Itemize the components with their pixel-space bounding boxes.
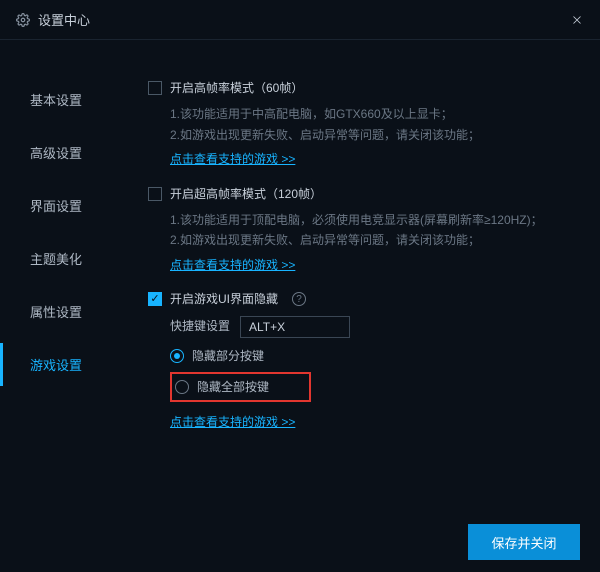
sidebar-item-property[interactable]: 属性设置 [0,290,120,333]
sidebar-item-theme[interactable]: 主题美化 [0,237,120,280]
close-icon[interactable] [570,13,584,27]
ultra-fps-link[interactable]: 点击查看支持的游戏 >> [170,255,295,275]
shortcut-label: 快捷键设置 [170,316,230,336]
ultra-fps-desc2: 2.如游戏出现更新失败、启动异常等问题，请关闭该功能； [170,230,580,250]
header-left: 设置中心 [16,10,90,29]
checkbox-ultra-fps[interactable] [148,187,162,201]
body: 基本设置 高级设置 界面设置 主题美化 属性设置 游戏设置 开启高帧率模式（60… [0,40,600,512]
radio-label-partial: 隐藏部分按键 [192,346,264,366]
label-ultra-fps: 开启超高帧率模式（120帧） [170,184,322,204]
radio-label-all: 隐藏全部按键 [197,377,269,397]
radio-hide-all[interactable] [175,380,189,394]
sidebar-item-game[interactable]: 游戏设置 [0,343,120,386]
checkbox-high-fps[interactable] [148,81,162,95]
section-high-fps: 开启高帧率模式（60帧） 1.该功能适用于中高配电脑，如GTX660及以上显卡；… [148,78,580,170]
help-icon[interactable]: ? [292,292,306,306]
ultra-fps-desc1: 1.该功能适用于顶配电脑，必须使用电竞显示器(屏幕刷新率≥120HZ)； [170,210,580,230]
high-fps-desc2: 2.如游戏出现更新失败、启动异常等问题，请关闭该功能； [170,125,580,145]
radio-row-partial[interactable]: 隐藏部分按键 [170,346,580,366]
sidebar-item-basic[interactable]: 基本设置 [0,78,120,121]
header: 设置中心 [0,0,600,40]
checkbox-hide-ui[interactable] [148,292,162,306]
high-fps-link[interactable]: 点击查看支持的游戏 >> [170,149,295,169]
gear-icon [16,13,30,27]
section-hide-ui: 开启游戏UI界面隐藏 ? 快捷键设置 隐藏部分按键 隐藏全部按键 点击 [148,289,580,433]
high-fps-desc1: 1.该功能适用于中高配电脑，如GTX660及以上显卡； [170,104,580,124]
sidebar: 基本设置 高级设置 界面设置 主题美化 属性设置 游戏设置 [0,40,120,512]
window-title: 设置中心 [38,10,90,29]
section-ultra-fps: 开启超高帧率模式（120帧） 1.该功能适用于顶配电脑，必须使用电竞显示器(屏幕… [148,184,580,276]
hide-ui-link[interactable]: 点击查看支持的游戏 >> [170,412,295,432]
sidebar-item-ui[interactable]: 界面设置 [0,184,120,227]
label-hide-ui: 开启游戏UI界面隐藏 [170,289,278,309]
save-button[interactable]: 保存并关闭 [468,524,580,560]
radio-hide-partial[interactable] [170,349,184,363]
highlight-box: 隐藏全部按键 [170,372,311,402]
shortcut-input[interactable] [240,316,350,338]
content: 开启高帧率模式（60帧） 1.该功能适用于中高配电脑，如GTX660及以上显卡；… [120,40,600,512]
footer: 保存并关闭 [0,512,600,572]
label-high-fps: 开启高帧率模式（60帧） [170,78,303,98]
sidebar-item-advanced[interactable]: 高级设置 [0,131,120,174]
